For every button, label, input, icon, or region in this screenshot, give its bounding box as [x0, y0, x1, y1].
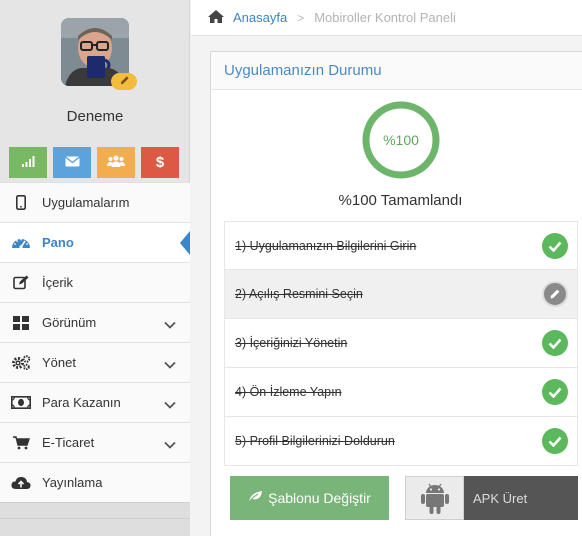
sidebar-item-label: Para Kazanın — [42, 395, 121, 410]
pencil-icon — [119, 73, 130, 91]
build-apk-label: APK Üret — [473, 490, 528, 506]
check-icon — [542, 330, 568, 356]
panel-title: Uygulamanızın Durumu — [211, 52, 582, 90]
quick-buttons: $ — [9, 147, 181, 178]
chevron-down-icon — [164, 397, 176, 412]
chevron-down-icon — [164, 437, 176, 452]
sidebar-footer — [0, 502, 190, 536]
list-item[interactable]: 1) Uygulamanızın Bilgilerini Girin — [224, 221, 578, 270]
progress-caption: %100 Tamamlandı — [338, 192, 463, 209]
sidebar-item-label: Uygulamalarım — [42, 195, 130, 210]
edit-avatar-button[interactable] — [111, 73, 137, 90]
breadcrumb-separator: > — [297, 10, 305, 25]
app-status-panel: Uygulamanızın Durumu %100 %100 Tamamland… — [210, 51, 582, 536]
mobile-phone-icon — [0, 195, 42, 210]
edit-icon — [0, 275, 42, 290]
change-template-button[interactable]: Şablonu Değiştir — [230, 476, 389, 520]
check-icon — [542, 379, 568, 405]
payments-button[interactable]: $ — [141, 147, 179, 178]
users-button[interactable] — [97, 147, 135, 178]
change-template-label: Şablonu Değiştir — [268, 490, 371, 506]
stats-button[interactable] — [9, 147, 47, 178]
sidebar-item-yonet[interactable]: Yönet — [0, 342, 190, 382]
money-icon — [0, 396, 42, 409]
progress-label: %100 — [383, 132, 419, 148]
sidebar-item-uygulamalarim[interactable]: Uygulamalarım — [0, 182, 190, 222]
sidebar-item-para-kazanin[interactable]: Para Kazanın — [0, 382, 190, 422]
grid-icon — [0, 315, 42, 330]
profile-section: Deneme $ — [0, 0, 189, 182]
build-apk-button[interactable]: APK Üret — [405, 476, 578, 520]
step-text: 3) İçeriğinizi Yönetin — [235, 336, 348, 350]
chevron-down-icon — [164, 357, 176, 372]
cloud-upload-icon — [0, 476, 42, 490]
home-icon[interactable] — [207, 9, 225, 27]
list-item[interactable]: 5) Profil Bilgilerinizi Doldurun — [224, 417, 578, 466]
sidebar-item-label: Yayınlama — [42, 475, 103, 490]
sidebar-item-label: Yönet — [42, 355, 76, 370]
check-icon — [542, 428, 568, 454]
profile-name: Deneme — [66, 108, 124, 125]
sidebar-item-label: E-Ticaret — [42, 435, 95, 450]
list-item[interactable]: 2) Açılış Resmini Seçin — [224, 270, 578, 319]
messages-button[interactable] — [53, 147, 91, 178]
pencil-icon[interactable] — [542, 281, 568, 307]
list-item[interactable]: 3) İçeriğinizi Yönetin — [224, 319, 578, 368]
breadcrumb-home-link[interactable]: Anasayfa — [233, 10, 287, 25]
chevron-down-icon — [164, 317, 176, 332]
sidebar-item-pano[interactable]: Pano — [0, 222, 190, 262]
gears-icon — [0, 355, 42, 370]
sidebar: Deneme $ Uygulamalarım Pano İçerik Görün… — [0, 0, 190, 536]
sidebar-item-gorunum[interactable]: Görünüm — [0, 302, 190, 342]
sidebar-item-label: Pano — [42, 235, 74, 250]
android-icon — [405, 476, 464, 520]
sidebar-item-e-ticaret[interactable]: E-Ticaret — [0, 422, 190, 462]
steps-list: 1) Uygulamanızın Bilgilerini Girin 2) Aç… — [224, 221, 578, 466]
step-text: 5) Profil Bilgilerinizi Doldurun — [235, 434, 395, 448]
step-text: 4) Ön İzleme Yapın — [235, 385, 342, 399]
cart-icon — [0, 435, 42, 450]
step-text: 1) Uygulamanızın Bilgilerini Girin — [235, 238, 417, 253]
dashboard-gauge-icon — [0, 236, 42, 249]
sidebar-item-yayinlama[interactable]: Yayınlama — [0, 462, 190, 502]
users-icon — [107, 154, 125, 172]
breadcrumb-current: Mobiroller Kontrol Paneli — [314, 10, 456, 25]
leaf-icon — [248, 490, 263, 506]
envelope-icon — [64, 154, 80, 172]
sidebar-item-label: Görünüm — [42, 315, 97, 330]
sidebar-item-icerik[interactable]: İçerik — [0, 262, 190, 302]
dollar-icon: $ — [155, 154, 165, 171]
signal-bars-icon — [21, 154, 35, 172]
step-text: 2) Açılış Resmini Seçin — [235, 287, 363, 301]
sidebar-menu: Uygulamalarım Pano İçerik Görünüm Yönet … — [0, 182, 190, 502]
breadcrumb: Anasayfa > Mobiroller Kontrol Paneli — [191, 0, 582, 36]
sidebar-item-label: İçerik — [42, 275, 74, 290]
list-item[interactable]: 4) Ön İzleme Yapın — [224, 368, 578, 417]
check-icon — [542, 233, 568, 259]
